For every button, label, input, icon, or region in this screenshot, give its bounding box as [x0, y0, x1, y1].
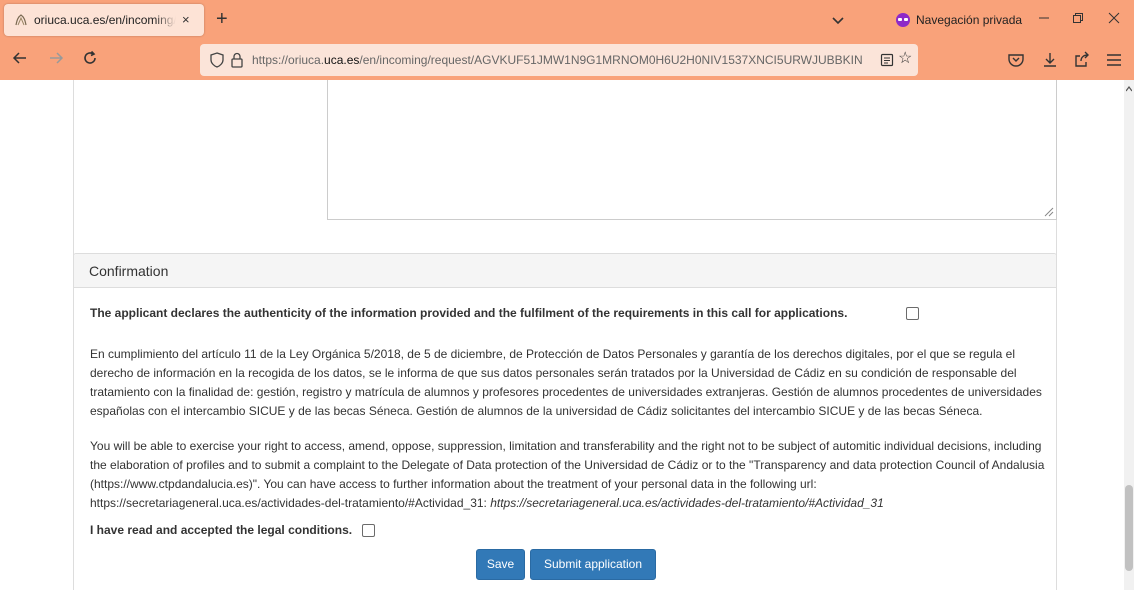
url-domain: uca.es — [324, 53, 360, 67]
forward-icon — [50, 52, 64, 64]
scroll-up-arrow-icon[interactable] — [1126, 86, 1132, 92]
reader-view-icon[interactable] — [880, 52, 894, 68]
new-tab-button[interactable]: + — [216, 8, 228, 30]
tab-close-icon[interactable]: × — [182, 12, 190, 28]
legal-conditions-checkbox[interactable] — [362, 524, 375, 537]
restore-icon — [1073, 13, 1083, 23]
back-button[interactable] — [10, 50, 30, 71]
resize-handle-icon[interactable] — [1044, 207, 1054, 217]
close-icon — [1108, 12, 1120, 24]
url-prefix: https://oriuca. — [252, 53, 325, 67]
forward-button[interactable] — [46, 50, 66, 71]
tab-bar: oriuca.uca.es/en/incoming/request/AGVKUF… — [0, 0, 1134, 40]
comments-textarea[interactable] — [327, 80, 1057, 220]
share-icon[interactable] — [1072, 50, 1092, 70]
url-bar[interactable]: https://oriuca.uca.es/en/incoming/reques… — [200, 44, 918, 76]
submit-application-button[interactable]: Submit application — [530, 549, 656, 580]
declaration-checkbox[interactable] — [906, 307, 919, 320]
page-viewport: Confirmation The applicant declares the … — [0, 80, 1134, 590]
private-browsing-label: Navegación privada — [916, 13, 1023, 27]
url-path: /en/incoming/request/AGVKUF51JMW1N9G1MRN… — [359, 53, 863, 67]
minimize-button[interactable] — [1034, 10, 1054, 28]
reload-button[interactable] — [80, 50, 100, 71]
private-browsing-icon — [896, 13, 910, 27]
save-button[interactable]: Save — [476, 549, 525, 580]
back-icon — [12, 52, 26, 64]
minimize-icon — [1039, 17, 1049, 19]
confirmation-heading: Confirmation — [89, 263, 169, 279]
reload-icon — [84, 50, 96, 64]
tracking-protection-shield-icon[interactable] — [210, 52, 224, 68]
rights-notice: You will be able to exercise your right … — [90, 437, 1050, 513]
downloads-icon[interactable] — [1040, 50, 1060, 70]
close-window-button[interactable] — [1104, 10, 1124, 28]
pocket-icon[interactable] — [1006, 50, 1026, 70]
menu-icon[interactable] — [1104, 50, 1124, 70]
legal-conditions-label: I have read and accepted the legal condi… — [90, 523, 353, 537]
tab-title: oriuca.uca.es/en/incoming/request/AGVKUF… — [34, 13, 176, 27]
declaration-label: The applicant declares the authenticity … — [90, 306, 848, 320]
url-text[interactable]: https://oriuca.uca.es/en/incoming/reques… — [252, 52, 874, 68]
data-protection-notice: En cumplimiento del artículo 11 de la Le… — [90, 347, 1042, 418]
scrollbar-thumb[interactable] — [1125, 485, 1133, 571]
bookmark-star-icon[interactable]: ☆ — [898, 50, 912, 68]
confirmation-panel: Confirmation The applicant declares the … — [73, 253, 1057, 590]
confirmation-heading-bar: Confirmation — [74, 254, 1056, 288]
lock-icon[interactable] — [230, 52, 244, 68]
restore-button[interactable] — [1068, 10, 1088, 28]
list-all-tabs-icon[interactable] — [830, 12, 846, 28]
rights-link: https://secretariageneral.uca.es/activid… — [490, 496, 884, 510]
browser-tab[interactable]: oriuca.uca.es/en/incoming/request/AGVKUF… — [4, 4, 204, 36]
uca-favicon-icon — [15, 14, 27, 26]
